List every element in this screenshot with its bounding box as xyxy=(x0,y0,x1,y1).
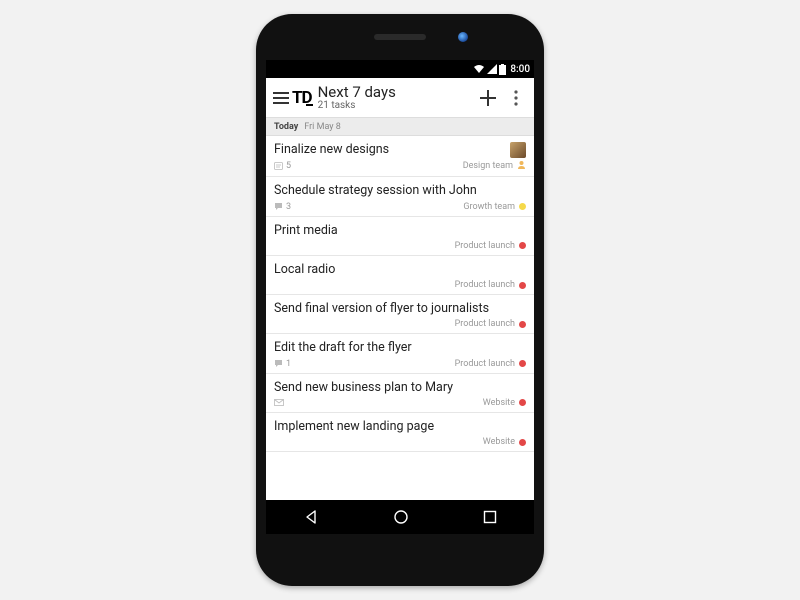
project-name: Growth team xyxy=(463,202,515,212)
task-project-label: Website xyxy=(483,437,526,447)
project-name: Product launch xyxy=(455,280,515,290)
assignee-avatar xyxy=(510,142,526,158)
app-logo: TD xyxy=(292,88,312,108)
comment-count: 3 xyxy=(286,202,291,212)
task-meta-left xyxy=(274,399,284,406)
cell-signal-icon xyxy=(487,64,497,74)
add-task-button[interactable] xyxy=(474,78,502,117)
task-item[interactable]: Finalize new designs 5 Design team xyxy=(266,136,534,177)
task-item[interactable]: Print media Product launch xyxy=(266,217,534,256)
project-color-dot xyxy=(519,242,526,249)
task-title: Send new business plan to Mary xyxy=(274,380,526,396)
section-date-label: Fri May 8 xyxy=(304,122,341,132)
status-time: 8:00 xyxy=(510,64,530,75)
project-color-dot xyxy=(519,439,526,446)
chat-icon xyxy=(274,359,283,368)
task-project-label: Growth team xyxy=(463,202,526,212)
menu-icon[interactable] xyxy=(270,92,292,104)
status-bar: 8:00 xyxy=(266,60,534,78)
project-name: Design team xyxy=(463,161,513,171)
project-color-dot xyxy=(519,321,526,328)
project-color-dot xyxy=(519,399,526,406)
task-item[interactable]: Send final version of flyer to journalis… xyxy=(266,295,534,334)
task-project-label: Product launch xyxy=(455,359,526,369)
nav-back-button[interactable] xyxy=(303,509,319,525)
project-name: Website xyxy=(483,398,515,408)
project-name: Website xyxy=(483,437,515,447)
date-section-header: Today Fri May 8 xyxy=(266,118,534,136)
chat-icon xyxy=(274,202,283,211)
phone-frame: 8:00 TD Next 7 days 21 tasks Today Fri M… xyxy=(256,14,544,586)
task-title: Finalize new designs xyxy=(274,142,506,158)
project-color-dot xyxy=(519,282,526,289)
task-title: Schedule strategy session with John xyxy=(274,183,526,199)
task-title: Local radio xyxy=(274,262,526,278)
task-project-label: Product launch xyxy=(455,241,526,251)
project-name: Product launch xyxy=(455,241,515,251)
comment-count: 1 xyxy=(286,359,291,369)
task-list[interactable]: Finalize new designs 5 Design team Schedule… xyxy=(266,136,534,452)
task-title: Edit the draft for the flyer xyxy=(274,340,526,356)
view-subtitle: 21 tasks xyxy=(318,100,474,111)
task-item[interactable]: Local radio Product launch xyxy=(266,256,534,295)
phone-sensor xyxy=(458,32,468,42)
view-title: Next 7 days xyxy=(318,84,474,101)
app-bar: TD Next 7 days 21 tasks xyxy=(266,78,534,118)
section-today-label: Today xyxy=(274,122,298,132)
project-color-dot xyxy=(519,360,526,367)
task-item[interactable]: Send new business plan to Mary Website xyxy=(266,374,534,413)
nav-recent-button[interactable] xyxy=(483,510,497,524)
project-name: Product launch xyxy=(455,319,515,329)
task-project-label: Design team xyxy=(463,160,526,172)
task-meta-left: 1 xyxy=(274,359,291,369)
appbar-title-block[interactable]: Next 7 days 21 tasks xyxy=(318,84,474,112)
task-project-label: Product launch xyxy=(455,280,526,290)
project-name: Product launch xyxy=(455,359,515,369)
screen: 8:00 TD Next 7 days 21 tasks Today Fri M… xyxy=(266,60,534,534)
project-color-dot xyxy=(519,203,526,210)
task-project-label: Product launch xyxy=(455,319,526,329)
task-project-label: Website xyxy=(483,398,526,408)
wifi-icon xyxy=(473,64,485,74)
overflow-menu-button[interactable] xyxy=(502,78,530,117)
mail-icon xyxy=(274,399,284,406)
task-item[interactable]: Edit the draft for the flyer 1 Product lau… xyxy=(266,334,534,373)
task-meta-left: 3 xyxy=(274,202,291,212)
battery-icon xyxy=(499,64,506,75)
task-title: Implement new landing page xyxy=(274,419,526,435)
comment-count: 5 xyxy=(286,161,291,171)
task-title: Print media xyxy=(274,223,526,239)
note-icon xyxy=(274,162,283,171)
task-meta-left: 5 xyxy=(274,161,291,171)
task-title: Send final version of flyer to journalis… xyxy=(274,301,526,317)
person-icon xyxy=(517,160,526,172)
task-item[interactable]: Schedule strategy session with John 3 Grow… xyxy=(266,177,534,216)
task-item[interactable]: Implement new landing page Website xyxy=(266,413,534,452)
android-nav-bar xyxy=(266,500,534,534)
nav-home-button[interactable] xyxy=(393,509,409,525)
phone-earpiece xyxy=(374,34,426,40)
